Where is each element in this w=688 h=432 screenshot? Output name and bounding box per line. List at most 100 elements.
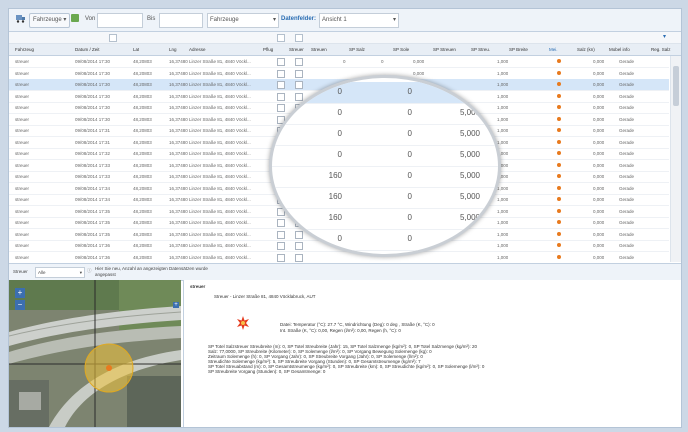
- col-header[interactable]: Lng: [169, 44, 177, 55]
- table-cell-address: Linzer Straße 81, 4840 Vöckl...: [189, 139, 251, 145]
- magnified-value: 160: [328, 192, 342, 201]
- col-header[interactable]: Fahrzeug: [15, 44, 34, 55]
- marker-icon[interactable]: [557, 231, 561, 236]
- col-header[interactable]: SP Salz: [349, 44, 365, 55]
- streuer-checkbox[interactable]: [295, 253, 303, 262]
- streuer-select[interactable]: Alle ▾: [35, 267, 85, 278]
- table-row[interactable]: streuer 09/08/2014 17:30 48,20803 16,37480 L…: [9, 56, 669, 68]
- col-header[interactable]: Streuen: [311, 44, 327, 55]
- table-cell-vehicle: streuer: [15, 139, 30, 145]
- funnel-icon[interactable]: ▾: [663, 33, 666, 40]
- vehicles-button[interactable]: Fahrzeuge ▾: [29, 13, 71, 28]
- table-cell-datetime: 09/08/2014 17:36: [75, 243, 111, 248]
- fields-select-value: Ansicht 1: [322, 17, 347, 23]
- table-cell-lat: 48,20803: [133, 116, 152, 122]
- table-row[interactable]: streuer 09/08/2014 17:36 48,20803 16,37480 L…: [9, 252, 669, 263]
- col-header[interactable]: Mei.: [549, 44, 558, 55]
- table-cell-sp-breite: 1,000: [497, 243, 509, 248]
- marker-icon[interactable]: [557, 243, 561, 247]
- magnified-row: 0 0 5,000: [272, 229, 498, 251]
- marker-icon[interactable]: [557, 128, 561, 132]
- marker-icon[interactable]: [557, 174, 561, 178]
- table-row[interactable]: streuer 09/08/2014 17:30 48,20803 16,37480 L…: [9, 68, 669, 80]
- table-cell-lng: 16,37480: [169, 174, 188, 179]
- marker-icon[interactable]: [557, 151, 561, 155]
- plus-icon[interactable]: +: [15, 288, 25, 298]
- col-header[interactable]: Adresse: [189, 44, 206, 55]
- to-date-input[interactable]: [159, 13, 203, 28]
- table-cell-datetime: 09/08/2014 17:34: [75, 185, 111, 191]
- minus-icon[interactable]: −: [15, 300, 25, 310]
- table-cell-lng: 16,37480: [169, 243, 188, 248]
- marker-icon[interactable]: [557, 185, 561, 190]
- marker-icon[interactable]: [557, 116, 561, 121]
- magnified-value: 0: [337, 108, 342, 117]
- streuer-checkbox[interactable]: [295, 69, 303, 78]
- table-cell-salz: 0,000: [593, 128, 605, 133]
- table-cell-vehicle: streuer: [15, 59, 30, 64]
- col-header[interactable]: Pflug: [263, 44, 273, 55]
- col-header[interactable]: SP Sole: [393, 44, 409, 55]
- magnified-value: 0: [407, 234, 412, 243]
- col-header[interactable]: Streuer: [289, 44, 304, 55]
- col-header[interactable]: Datum / Zeit: [75, 44, 100, 55]
- table-cell-vehicle: streuer: [15, 162, 30, 168]
- marker-icon[interactable]: [557, 197, 561, 201]
- expand-icon[interactable]: +: [173, 302, 179, 308]
- col-header[interactable]: Mobel info: [609, 44, 630, 55]
- detail-panel: streuer Streuer - Linzer Straße 81, 4840…: [183, 280, 681, 427]
- marker-icon[interactable]: [557, 162, 561, 167]
- pflug-filter-checkbox[interactable]: [277, 34, 285, 42]
- table-cell-salz: 0,000: [593, 243, 605, 248]
- marker-icon[interactable]: [557, 220, 561, 224]
- table-cell-lng: 16,37480: [169, 220, 188, 225]
- table-cell-lat: 48,20803: [133, 220, 152, 225]
- table-cell-address: Linzer Straße 81, 4840 Vöckl...: [189, 128, 251, 133]
- table-cell-lat: 48,20803: [133, 174, 152, 179]
- vertical-scrollbar[interactable]: [670, 56, 681, 262]
- table-cell-lat: 48,20803: [133, 208, 152, 214]
- pflug-checkbox[interactable]: [277, 253, 285, 262]
- table-cell-sp-breite: 1,000: [497, 197, 509, 202]
- table-cell-salz: 0,000: [593, 139, 605, 145]
- table-cell-vehicle: streuer: [15, 254, 30, 260]
- detail-status-line2: Int. Straße (K, °C): 0,00, Regen (l/m²):…: [280, 328, 401, 333]
- marker-icon[interactable]: [557, 139, 561, 144]
- fields-select[interactable]: Ansicht 1 ▾: [319, 13, 399, 28]
- marker-icon[interactable]: [557, 59, 561, 63]
- from-date-input[interactable]: [97, 13, 143, 28]
- marker-icon[interactable]: [557, 82, 561, 86]
- table-cell-vehicle: streuer: [15, 231, 30, 237]
- pflug-checkbox[interactable]: [277, 58, 285, 66]
- streuer-checkbox[interactable]: [295, 58, 303, 66]
- streuer-filter-checkbox[interactable]: [295, 34, 303, 42]
- col-header[interactable]: Lat: [133, 44, 139, 55]
- table-cell-salz: 0,000: [593, 82, 605, 87]
- table-cell-vehicle: streuer: [15, 243, 30, 248]
- marker-icon[interactable]: [557, 254, 561, 259]
- truck-icon[interactable]: [15, 13, 26, 26]
- col-header[interactable]: Salz (kn): [577, 44, 595, 55]
- table-cell-address: Linzer Straße 81, 4840 Vöckl...: [189, 185, 251, 191]
- col-header[interactable]: SP Streuen: [433, 44, 456, 55]
- map-view[interactable]: + − +: [9, 280, 181, 427]
- marker-icon[interactable]: [557, 208, 561, 213]
- table-cell-address: Linzer Straße 81, 4840 Vöckl...: [189, 93, 251, 99]
- marker-icon[interactable]: [557, 70, 561, 75]
- table-cell-vehicle: streuer: [15, 116, 30, 122]
- marker-icon[interactable]: [557, 93, 561, 98]
- col-header[interactable]: Reg. Salz: [651, 44, 671, 55]
- table-cell-info: Gerade: [619, 231, 635, 237]
- table-cell-salz: 0,000: [593, 162, 605, 168]
- col-header[interactable]: SP Breite: [509, 44, 528, 55]
- filter-checkbox[interactable]: [109, 34, 117, 42]
- type-select[interactable]: Fahrzeuge ▾: [207, 13, 279, 28]
- scrollbar-thumb[interactable]: [673, 66, 679, 106]
- table-cell-sp-breite: 1,000: [497, 220, 509, 225]
- marker-icon[interactable]: [557, 105, 561, 109]
- col-header[interactable]: SP Streu.: [471, 44, 490, 55]
- magnified-value: 0: [407, 171, 412, 180]
- table-cell-lat: 48,20803: [133, 59, 152, 64]
- pflug-checkbox[interactable]: [277, 69, 285, 78]
- magnified-row: 0 0 5,000: [272, 145, 498, 167]
